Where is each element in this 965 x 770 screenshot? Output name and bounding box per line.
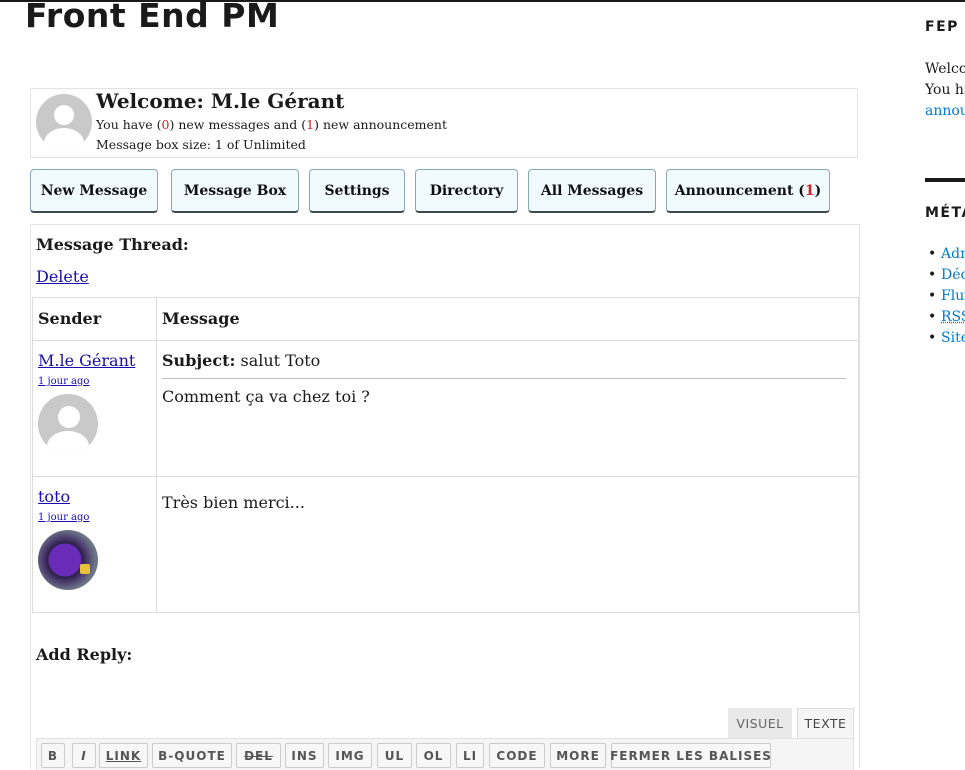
ins-button[interactable]: INS [285,743,324,768]
site-title[interactable]: Front End PM [25,0,279,35]
new-counts-line: You have (0) new messages and (1) new an… [96,117,447,132]
code-button[interactable]: CODE [489,743,545,768]
avatar-body [47,431,89,454]
list-item: Flux [925,288,965,309]
fep-header: Welcome: M.le Gérant You have (0) new me… [30,88,858,158]
delete-link[interactable]: Delete [36,267,89,286]
settings-button[interactable]: Settings [309,169,405,213]
message-cell: Très bien merci... [156,476,859,613]
sidebar-widget-title: FEP T [925,19,965,35]
sender-link[interactable]: M.le Gérant [38,351,156,370]
bold-button[interactable]: B [41,743,65,768]
list-item: Déc [925,267,965,288]
box-size-line: Message box size: 1 of Unlimited [96,137,306,152]
subject-label: Subject: [162,351,236,370]
new-message-button[interactable]: New Message [30,169,158,213]
announcement-button[interactable]: Announcement (1) [666,169,830,213]
new-announcements-count: 1 [306,117,315,132]
ul-button[interactable]: UL [377,743,412,768]
table-row: toto 1 jour ago Très bien merci... [32,476,859,613]
user-avatar [36,94,92,150]
sender-cell: M.le Gérant 1 jour ago [32,340,157,477]
announcement-close: ) [814,182,822,199]
message-table: Sender Message M.le Gérant 1 jour ago Su… [32,297,859,613]
avatar-head [58,406,80,428]
timestamp-link[interactable]: 1 jour ago [38,376,156,387]
counts-text-b: ) new messages and ( [169,117,307,132]
sender-column-header: Sender [32,297,157,341]
avatar-body [44,128,84,150]
tab-texte[interactable]: TEXTE [797,708,854,738]
sidebar-divider [925,178,965,182]
sidebar-announcement-link[interactable]: annou [925,103,965,119]
welcome-heading: Welcome: M.le Gérant [96,89,344,113]
blockquote-button[interactable]: B-QUOTE [152,743,232,768]
meta-links-list: Adm Déc Flux RSS Site [925,246,965,351]
counts-text-c: ) new announcement [314,117,447,132]
message-box-button[interactable]: Message Box [171,169,299,213]
message-body: Très bien merci... [162,493,305,512]
message-column-header: Message [156,297,859,341]
ol-button[interactable]: OL [416,743,451,768]
list-item: RSS [925,309,965,330]
img-button[interactable]: IMG [328,743,372,768]
italic-button[interactable]: I [72,743,96,768]
all-messages-button[interactable]: All Messages [528,169,656,213]
table-row: M.le Gérant 1 jour ago Subject: salut To… [32,340,859,477]
message-cell: Subject: salut Toto Comment ça va chez t… [156,340,859,477]
sidebar-welcome-text: Welco [925,61,965,77]
directory-button[interactable]: Directory [415,169,518,213]
more-button[interactable]: MORE [550,743,606,768]
avatar-head [54,105,74,125]
meta-link-rss[interactable]: RSS [941,309,965,325]
sender-cell: toto 1 jour ago [32,476,157,613]
sender-avatar [38,394,98,454]
announcement-count: 1 [804,182,815,199]
sender-avatar [38,530,98,590]
table-header-row: Sender Message [32,297,859,341]
subject-text: salut Toto [240,351,321,370]
link-button[interactable]: LINK [99,743,148,768]
message-subject: Subject: salut Toto [162,351,846,379]
sidebar-count-text: You ha [925,82,965,98]
message-thread: Message Thread: Delete Sender Message M.… [30,224,860,770]
avatar-detail [80,564,90,574]
meta-link-admin[interactable]: Adm [941,246,965,262]
message-body: Comment ça va chez toi ? [162,387,370,406]
quicktags-toolbar: B I LINK B-QUOTE DEL INS IMG UL OL LI CO… [36,738,854,770]
li-button[interactable]: LI [456,743,484,768]
list-item: Site [925,330,965,351]
sidebar-meta-title: MÉTA [925,205,965,221]
tab-visuel[interactable]: VISUEL [728,708,792,738]
add-reply-label: Add Reply: [36,645,133,664]
meta-link-site[interactable]: Site [941,330,965,346]
list-item: Adm [925,246,965,267]
welcome-prefix: Welcome: [96,89,211,113]
announcement-label: Announcement ( [674,182,805,199]
del-button[interactable]: DEL [236,743,281,768]
meta-link-logout[interactable]: Déc [941,267,965,283]
thread-heading: Message Thread: [36,235,189,254]
welcome-user: M.le Gérant [210,89,345,113]
sender-link[interactable]: toto [38,487,156,506]
close-tags-button[interactable]: FERMER LES BALISES [610,743,771,768]
counts-text-a: You have ( [96,117,162,132]
meta-link-feed[interactable]: Flux [941,288,965,304]
timestamp-link[interactable]: 1 jour ago [38,512,156,523]
